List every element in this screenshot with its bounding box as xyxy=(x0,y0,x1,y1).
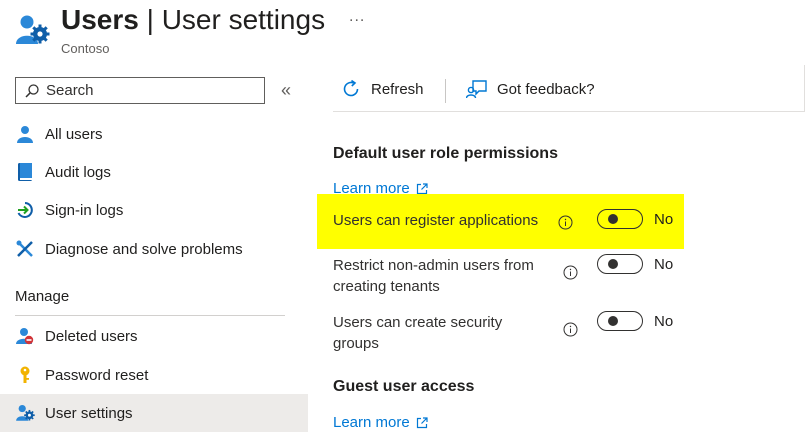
tenant-name: Contoso xyxy=(61,41,110,56)
page-title-primary: Users xyxy=(61,4,139,35)
external-link-icon xyxy=(416,182,428,194)
manage-section-label: Manage xyxy=(15,288,70,305)
toggle-value: No xyxy=(654,211,674,228)
feedback-icon xyxy=(466,80,487,99)
setting-label-line: Users can create security xyxy=(333,314,503,331)
toggle-knob xyxy=(608,316,618,326)
setting-label-restrict-tenants: Restrict non-admin users from creating t… xyxy=(333,255,534,297)
section-divider xyxy=(15,315,285,316)
search-box[interactable] xyxy=(15,77,265,104)
sidebar-item-diagnose[interactable]: Diagnose and solve problems xyxy=(0,230,308,268)
sidebar-item-label: Deleted users xyxy=(45,327,138,345)
sidebar-item-deleted-users[interactable]: Deleted users xyxy=(0,317,308,355)
setting-label-security-groups: Users can create security groups xyxy=(333,312,502,354)
setting-label-line: groups xyxy=(333,335,379,352)
sidebar-item-label: User settings xyxy=(45,404,133,422)
learn-more-label: Learn more xyxy=(333,414,410,431)
section-title-default-permissions: Default user role permissions xyxy=(333,145,558,162)
info-icon[interactable] xyxy=(563,265,578,280)
toggle-register-apps[interactable] xyxy=(597,209,643,229)
sidebar-item-label: Password reset xyxy=(45,366,149,384)
sidebar-item-audit-logs[interactable]: Audit logs xyxy=(0,153,308,191)
refresh-icon xyxy=(343,79,359,97)
page-title: Users | User settings xyxy=(61,2,325,38)
sign-in-icon xyxy=(15,200,35,220)
external-link-icon xyxy=(416,416,428,428)
toggle-value: No xyxy=(654,256,674,273)
user-icon xyxy=(15,124,35,144)
feedback-button[interactable]: Got feedback? xyxy=(466,79,595,99)
refresh-button[interactable]: Refresh xyxy=(341,79,424,99)
setting-label-register-apps: Users can register applications xyxy=(333,212,539,229)
info-icon[interactable] xyxy=(563,322,578,337)
toolbar-separator xyxy=(445,79,446,103)
sidebar-item-user-settings[interactable]: User settings xyxy=(0,394,308,432)
users-settings-icon xyxy=(16,15,50,44)
sidebar-item-label: Diagnose and solve problems xyxy=(45,240,243,258)
toggle-restrict-tenants[interactable] xyxy=(597,254,643,274)
book-icon xyxy=(15,162,35,182)
setting-label-line: Restrict non-admin users from xyxy=(333,257,534,274)
toolbar-divider xyxy=(333,111,805,112)
sidebar-item-label: Sign-in logs xyxy=(45,201,124,219)
key-icon xyxy=(15,365,35,385)
toggle-value: No xyxy=(654,313,674,330)
refresh-label: Refresh xyxy=(371,80,424,98)
search-input[interactable] xyxy=(46,82,246,99)
sidebar-item-label: All users xyxy=(45,125,103,143)
toggle-knob xyxy=(608,259,618,269)
section-title-guest-access: Guest user access xyxy=(333,378,475,395)
sidebar-item-label: Audit logs xyxy=(45,163,111,181)
search-icon xyxy=(25,83,39,98)
toggle-security-groups[interactable] xyxy=(597,311,643,331)
feedback-label: Got feedback? xyxy=(497,80,595,98)
user-settings-icon xyxy=(15,403,35,423)
sidebar-item-password-reset[interactable]: Password reset xyxy=(0,356,308,394)
learn-more-link-guest[interactable]: Learn more xyxy=(333,414,428,431)
wrench-icon xyxy=(15,239,35,259)
more-options-button[interactable]: ... xyxy=(349,8,365,26)
deleted-user-icon xyxy=(15,326,35,346)
sidebar-item-all-users[interactable]: All users xyxy=(0,115,308,153)
setting-label-line: creating tenants xyxy=(333,278,440,295)
toggle-knob xyxy=(608,214,618,224)
info-icon[interactable] xyxy=(558,215,573,230)
page-title-secondary: User settings xyxy=(161,4,326,35)
page-title-separator: | xyxy=(138,4,162,35)
sidebar-item-sign-in-logs[interactable]: Sign-in logs xyxy=(0,191,308,229)
collapse-sidebar-button[interactable]: « xyxy=(281,79,291,101)
